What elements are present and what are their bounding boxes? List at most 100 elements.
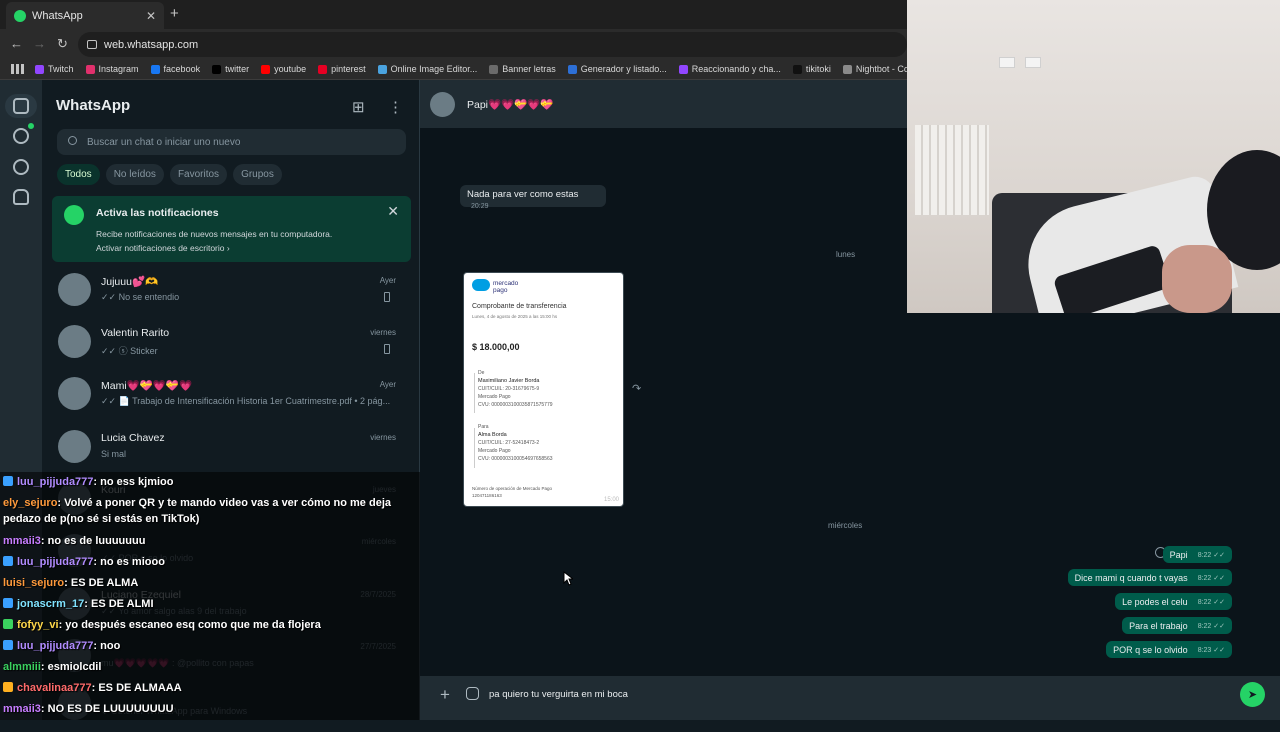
- site-info-icon[interactable]: [87, 40, 97, 49]
- notification-title: Activa las notificaciones: [96, 207, 219, 219]
- bookmark-item[interactable]: youtube: [261, 64, 306, 74]
- receipt-divider: [474, 373, 475, 413]
- contact-avatar[interactable]: [430, 92, 455, 117]
- bookmark-icon: [678, 64, 688, 74]
- forward-icon[interactable]: →: [33, 36, 46, 51]
- bookmark-item[interactable]: Generador y listado...: [567, 64, 667, 74]
- bookmark-label: Online Image Editor...: [390, 64, 478, 74]
- notification-banner[interactable]: Activa las notificaciones Recibe notific…: [52, 196, 411, 262]
- avatar: [58, 430, 91, 463]
- receipt-title: Comprobante de transferencia: [472, 303, 567, 310]
- incoming-message[interactable]: Nada para ver como estas 20:29: [460, 185, 606, 210]
- close-icon[interactable]: ✕: [387, 203, 399, 220]
- stream-chat-message: ely_sejuro: Volvé a poner QR y te mando …: [3, 495, 391, 512]
- pin-icon: [384, 344, 390, 354]
- chat-row[interactable]: Jujuuu💕🫶 ✓✓ No se entendio Ayer: [42, 266, 412, 318]
- transfer-receipt-image[interactable]: mercado pago Comprobante de transferenci…: [463, 272, 624, 507]
- filter-chip[interactable]: Favoritos: [169, 164, 228, 185]
- new-chat-icon[interactable]: ⊞: [352, 98, 365, 116]
- chats-icon[interactable]: [13, 98, 29, 114]
- stream-chat-message: luu_pijjuda777: no ess kjmioo: [3, 474, 174, 491]
- chat-text: : ES DE ALMA: [64, 577, 139, 589]
- chat-preview: ✓✓ 📄 Trabajo de Intensificación Historia…: [101, 396, 391, 406]
- receipt-operation: Número de operación de Mercado Pago 1204…: [472, 485, 552, 499]
- filter-chip[interactable]: Grupos: [233, 164, 282, 185]
- stream-chat-message: fofyy_vi: yo después escaneo esq como qu…: [3, 617, 321, 634]
- outgoing-message[interactable]: Dice mami q cuando t vayas 8:22 ✓✓: [1067, 569, 1232, 586]
- search-input[interactable]: Buscar un chat o iniciar uno nuevo: [57, 129, 406, 155]
- chat-text: : ES DE ALMI: [84, 598, 154, 610]
- notification-text: Recibe notificaciones de nuevos mensajes…: [96, 229, 333, 239]
- chat-row[interactable]: Valentin Rarito ✓✓ ⓢ Sticker viernes: [42, 318, 412, 370]
- receipt-brand: mercado pago: [493, 280, 519, 294]
- bookmark-item[interactable]: pinterest: [318, 64, 366, 74]
- chat-username: luu_pijjuda777: [17, 640, 94, 652]
- outgoing-message[interactable]: POR q se lo olvido 8:23 ✓✓: [1106, 641, 1232, 658]
- bookmark-item[interactable]: Reaccionando y cha...: [678, 64, 781, 74]
- day-label: miércoles: [828, 521, 863, 530]
- avatar: [58, 325, 91, 358]
- message-input[interactable]: pa quiero tu verguirta en mi boca: [489, 689, 628, 700]
- bookmark-icon: [261, 64, 271, 74]
- communities-icon[interactable]: [13, 189, 29, 205]
- forward-icon[interactable]: ↷: [632, 382, 641, 395]
- chat-row[interactable]: Lucia Chavez Si mal viernes: [42, 423, 412, 475]
- bookmark-item[interactable]: tikitoki: [792, 64, 831, 74]
- whatsapp-logo-icon: [14, 9, 26, 22]
- outgoing-message[interactable]: Para el trabajo 8:22 ✓✓: [1122, 617, 1232, 634]
- bookmark-icon: [489, 64, 499, 74]
- chat-name: Valentin Rarito: [101, 327, 170, 339]
- attach-icon[interactable]: +: [440, 685, 450, 705]
- new-tab-button[interactable]: +: [170, 5, 179, 22]
- channels-icon[interactable]: [13, 159, 29, 175]
- back-icon[interactable]: ←: [10, 36, 23, 51]
- chat-row[interactable]: Mami💗💝💗💝💗 ✓✓ 📄 Trabajo de Intensificación…: [42, 370, 412, 422]
- chat-time: Ayer: [379, 276, 396, 285]
- chat-username: fofyy_vi: [17, 619, 59, 631]
- bookmark-icon: [842, 64, 852, 74]
- outgoing-message[interactable]: Le podes el celu 8:22 ✓✓: [1115, 593, 1232, 610]
- webcam-overlay: [907, 0, 1280, 313]
- menu-icon[interactable]: ⋮: [388, 98, 403, 116]
- filter-chip[interactable]: Todos: [57, 164, 100, 185]
- address-bar[interactable]: web.whatsapp.com: [78, 32, 907, 57]
- to-label: Para: [478, 424, 489, 430]
- tab-whatsapp[interactable]: WhatsApp ✕: [6, 2, 164, 29]
- bookmark-icon: [212, 64, 222, 74]
- message-composer: + pa quiero tu verguirta en mi boca ➤: [420, 676, 1280, 720]
- filter-chip[interactable]: No leídos: [105, 164, 164, 185]
- bookmark-item[interactable]: facebook: [150, 64, 200, 74]
- send-button[interactable]: ➤: [1240, 682, 1265, 707]
- reload-icon[interactable]: ↻: [57, 36, 68, 52]
- contact-name[interactable]: Papi💗💗💝💗💝: [467, 98, 553, 111]
- chat-time: viernes: [370, 433, 396, 442]
- chat-preview: ✓✓ ⓢ Sticker: [101, 346, 158, 356]
- message-text: Le podes el celu: [1122, 596, 1188, 607]
- sticker-icon[interactable]: [466, 687, 479, 700]
- bookmark-item[interactable]: twitter: [212, 64, 249, 74]
- message-time: 8:22 ✓✓: [1197, 598, 1225, 606]
- person-face: [1162, 245, 1232, 313]
- bookmark-item[interactable]: Instagram: [85, 64, 139, 74]
- apps-grid-icon[interactable]: [11, 64, 25, 74]
- bookmark-item[interactable]: Twitch: [35, 64, 74, 74]
- outgoing-message[interactable]: Papi 8:22 ✓✓: [1162, 546, 1232, 563]
- enable-notifications-link[interactable]: Activar notificaciones de escritorio ›: [96, 241, 332, 255]
- bookmark-item[interactable]: Banner letras: [489, 64, 556, 74]
- bookmark-item[interactable]: Online Image Editor...: [377, 64, 478, 74]
- stream-chat-overlay: luu_pijjuda777: no ess kjmioo ely_sejuro:…: [0, 472, 420, 720]
- tab-close-icon[interactable]: ✕: [146, 9, 156, 23]
- chat-username: mmaii3: [3, 535, 41, 547]
- chat-username: luisi_sejuro: [3, 577, 65, 589]
- status-icon[interactable]: [13, 128, 29, 144]
- chat-badge-icon: [3, 682, 13, 692]
- bookmark-icon: [35, 64, 44, 74]
- stream-chat-message: almmiii: esmiolcdil: [3, 659, 101, 676]
- chat-username: jonascrm_17: [17, 598, 85, 610]
- stream-chat-message: luisi_sejuro: ES DE ALMA: [3, 575, 138, 592]
- chat-name: Lucia Chavez: [101, 432, 165, 444]
- notification-body: Recibe notificaciones de nuevos mensajes…: [96, 227, 332, 255]
- bookmark-icon: [377, 64, 387, 74]
- bookmark-item[interactable]: Nightbot - Comma...: [842, 64, 907, 74]
- operation-label: Número de operación de Mercado Pago: [472, 486, 553, 491]
